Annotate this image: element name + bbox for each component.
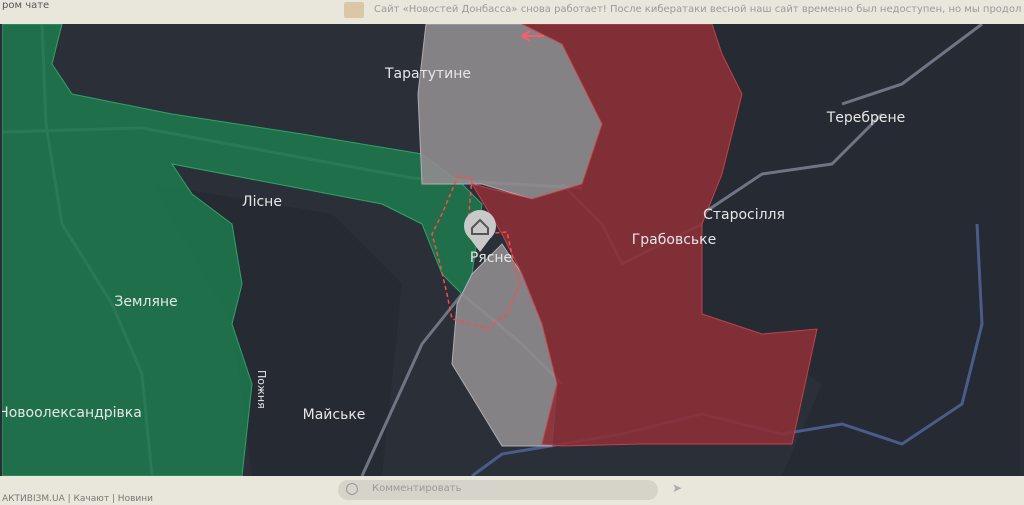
send-arrow-icon[interactable]: ➤ <box>672 481 682 495</box>
place-label-riasne: Рясне <box>470 250 512 266</box>
place-label-taratutyne: Таратутине <box>384 66 471 82</box>
place-label-hrabovske: Грабовське <box>632 232 716 248</box>
news-headline[interactable]: Сайт «Новостей Донбасса» снова работает!… <box>374 4 1022 15</box>
footer-left-text: АКТИВІЗМ.UA | Качают | Новини <box>2 494 153 504</box>
page-header-strip: ром чате Сайт «Новостей Донбасса» снова … <box>0 0 1024 24</box>
place-label-lisne: Лісне <box>242 194 282 210</box>
place-label-starosillia: Старосілля <box>703 207 785 223</box>
place-label-maiske: Майське <box>303 407 366 423</box>
map-canvas[interactable]: Таратутине Теребрене Лісне Старосілля Гр… <box>2 24 1020 476</box>
map[interactable]: Таратутине Теребрене Лісне Старосілля Гр… <box>2 24 1020 476</box>
place-label-novooleksandrivka: Новоолександрівка <box>2 405 142 421</box>
place-label-zemliane: Земляне <box>114 294 177 310</box>
header-left-text: ром чате <box>2 0 50 11</box>
comment-input-placeholder: Комментировать <box>372 483 462 494</box>
chat-icon <box>346 483 358 495</box>
news-avatar-icon <box>344 2 364 18</box>
place-label-terebrene: Теребрене <box>826 110 906 126</box>
river-label-pozhnia: Пожня <box>255 370 268 409</box>
page-footer-strip: АКТИВІЗМ.UA | Качают | Новини Комментиро… <box>0 476 1024 505</box>
